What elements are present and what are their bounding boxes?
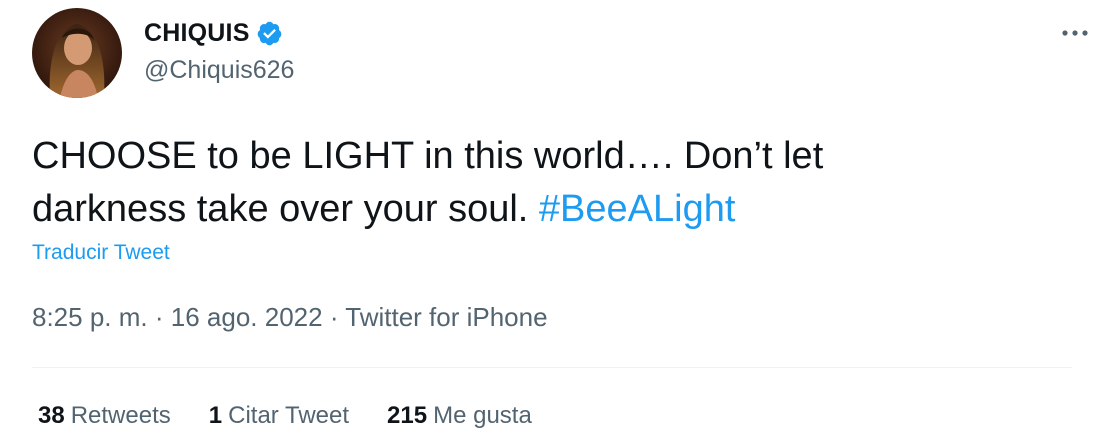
retweets-stat[interactable]: 38 Retweets [38,402,171,430]
tweet-date[interactable]: 16 ago. 2022 [171,302,323,332]
author-name-row[interactable]: CHIQUIS [144,16,283,50]
tweet-text-segment: darkness take over your soul. [32,188,529,230]
retweets-label: Retweets [70,402,171,429]
avatar-image [32,8,122,98]
divider [32,367,1072,368]
quotes-label: Citar Tweet [228,402,350,429]
tweet-source[interactable]: Twitter for iPhone [345,302,547,332]
verified-badge-icon [256,20,283,47]
author-handle[interactable]: @Chiquis626 [144,56,294,85]
quotes-stat[interactable]: 1 Citar Tweet [209,402,349,430]
hashtag-link[interactable]: #BeeALight [539,188,736,230]
likes-stat[interactable]: 215 Me gusta [387,402,532,430]
tweet-stats: 38 Retweets 1 Citar Tweet 215 Me gusta [38,402,570,430]
tweet-time[interactable]: 8:25 p. m. [32,302,148,332]
likes-label: Me gusta [433,402,532,429]
more-options-button[interactable] [1052,18,1098,48]
tweet-text-line: darkness take over your soul. #BeeALight [32,183,1052,236]
tweet-text: CHOOSE to be LIGHT in this world…. Don’t… [32,130,1052,236]
more-options-icon [1062,30,1088,36]
meta-separator: · [329,302,339,332]
quotes-count: 1 [208,402,223,429]
display-name[interactable]: CHIQUIS [144,19,250,48]
translate-tweet-link[interactable]: Traducir Tweet [32,241,170,265]
avatar[interactable] [32,8,122,98]
retweets-count: 38 [38,402,65,429]
tweet-text-line: CHOOSE to be LIGHT in this world…. Don’t… [32,135,824,177]
tweet-metadata: 8:25 p. m. · 16 ago. 2022 · Twitter for … [32,302,548,333]
meta-separator: · [154,302,164,332]
likes-count: 215 [387,402,428,429]
